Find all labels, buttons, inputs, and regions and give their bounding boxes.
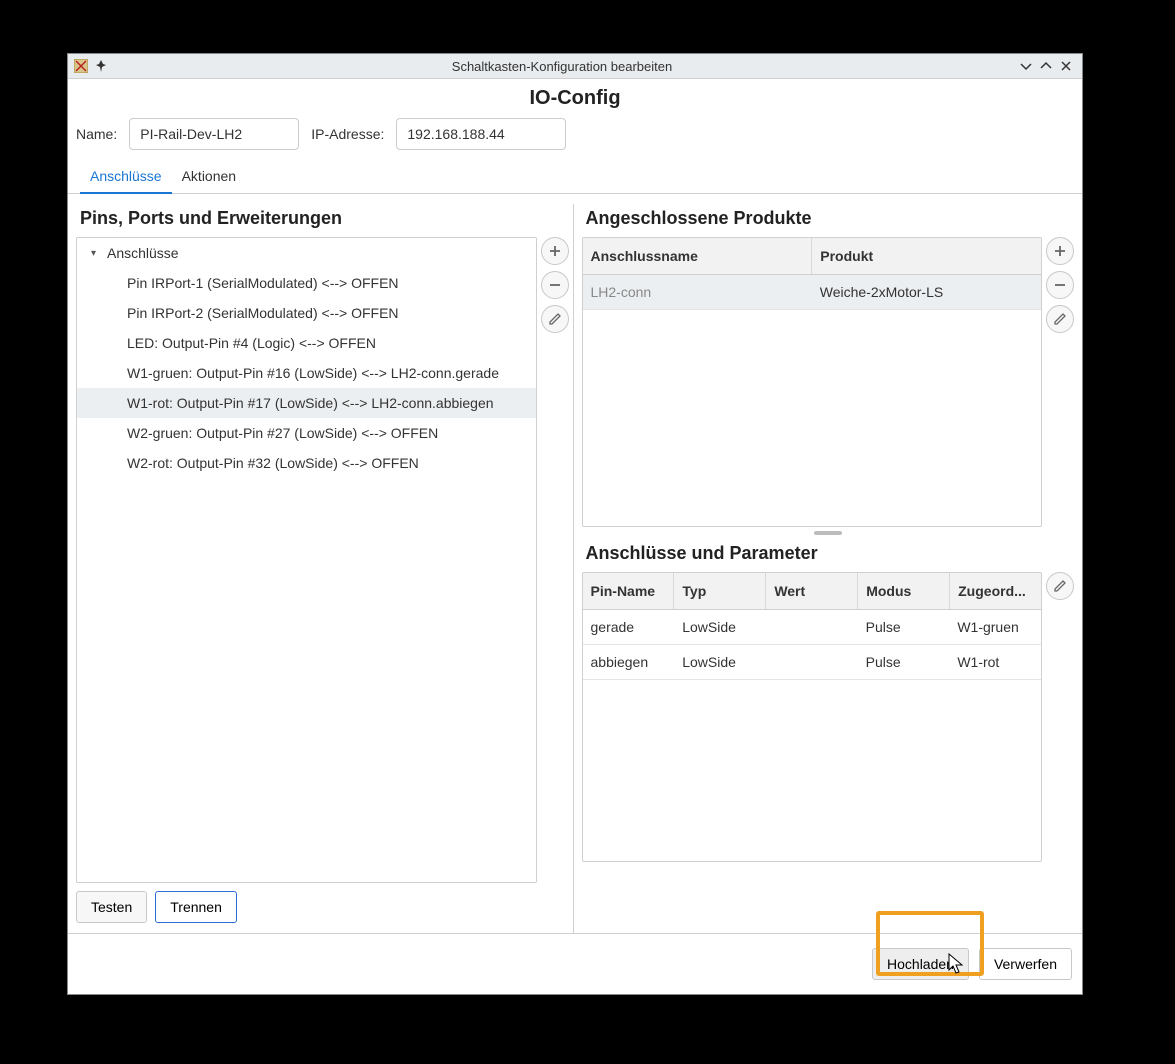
tree-item[interactable]: W2-rot: Output-Pin #32 (LowSide) <--> OF… <box>77 448 536 478</box>
tree-item-selected[interactable]: W1-rot: Output-Pin #17 (LowSide) <--> LH… <box>77 388 536 418</box>
content-area: Pins, Ports und Erweiterungen ▾ Anschlüs… <box>68 194 1082 933</box>
trennen-button[interactable]: Trennen <box>155 891 237 923</box>
tree-item[interactable]: Pin IRPort-2 (SerialModulated) <--> OFFE… <box>77 298 536 328</box>
product-row[interactable]: LH2-conn Weiche-2xMotor-LS <box>583 275 1042 310</box>
products-title: Angeschlossene Produkte <box>586 208 1075 229</box>
titlebar: Schaltkasten-Konfiguration bearbeiten <box>68 54 1082 79</box>
pin-icon[interactable] <box>94 59 108 73</box>
pins-title: Pins, Ports und Erweiterungen <box>80 208 569 229</box>
tree-root-label: Anschlüsse <box>107 245 179 261</box>
ip-input[interactable] <box>396 118 566 150</box>
name-input[interactable] <box>129 118 299 150</box>
name-label: Name: <box>76 126 117 142</box>
tab-anschluesse[interactable]: Anschlüsse <box>80 160 172 194</box>
products-table[interactable]: Anschlussname Produkt LH2-conn Weiche-2x… <box>582 237 1043 527</box>
tree-root[interactable]: ▾ Anschlüsse <box>77 238 536 268</box>
config-window: Schaltkasten-Konfiguration bearbeiten IO… <box>67 53 1083 995</box>
param-row[interactable]: gerade LowSide Pulse W1-gruen <box>583 610 1042 645</box>
tabs: Anschlüsse Aktionen <box>68 160 1082 194</box>
tree-item[interactable]: W1-gruen: Output-Pin #16 (LowSide) <--> … <box>77 358 536 388</box>
params-header-modus: Modus <box>858 573 950 609</box>
edit-product-button[interactable] <box>1046 305 1074 333</box>
page-title: IO-Config <box>68 79 1082 114</box>
hochladen-button[interactable]: Hochladen <box>872 948 969 980</box>
tab-aktionen[interactable]: Aktionen <box>172 160 246 193</box>
add-pin-button[interactable] <box>541 237 569 265</box>
remove-pin-button[interactable] <box>541 271 569 299</box>
window-title: Schaltkasten-Konfiguration bearbeiten <box>108 59 1016 74</box>
params-title: Anschlüsse und Parameter <box>586 543 1075 564</box>
chevron-down-icon[interactable]: ▾ <box>91 248 101 259</box>
pins-tree[interactable]: ▾ Anschlüsse Pin IRPort-1 (SerialModulat… <box>76 237 537 883</box>
param-row[interactable]: abbiegen LowSide Pulse W1-rot <box>583 645 1042 680</box>
edit-param-button[interactable] <box>1046 572 1074 600</box>
params-header-zugeord: Zugeord... <box>950 573 1041 609</box>
products-header-product: Produkt <box>812 238 1041 274</box>
minimize-icon[interactable] <box>1016 56 1036 76</box>
params-header-pin: Pin-Name <box>583 573 675 609</box>
tree-item[interactable]: W2-gruen: Output-Pin #27 (LowSide) <--> … <box>77 418 536 448</box>
testen-button[interactable]: Testen <box>76 891 147 923</box>
form-row: Name: IP-Adresse: <box>68 114 1082 160</box>
maximize-icon[interactable] <box>1036 56 1056 76</box>
edit-pin-button[interactable] <box>541 305 569 333</box>
splitter[interactable] <box>582 529 1075 537</box>
remove-product-button[interactable] <box>1046 271 1074 299</box>
left-panel: Pins, Ports und Erweiterungen ▾ Anschlüs… <box>76 204 569 933</box>
params-header-wert: Wert <box>766 573 858 609</box>
close-icon[interactable] <box>1056 56 1076 76</box>
app-icon <box>74 59 88 73</box>
footer: Hochladen Verwerfen <box>68 933 1082 994</box>
tree-item[interactable]: LED: Output-Pin #4 (Logic) <--> OFFEN <box>77 328 536 358</box>
params-table[interactable]: Pin-Name Typ Wert Modus Zugeord... gerad… <box>582 572 1043 862</box>
verwerfen-button[interactable]: Verwerfen <box>979 948 1072 980</box>
add-product-button[interactable] <box>1046 237 1074 265</box>
products-header-name: Anschlussname <box>583 238 813 274</box>
ip-label: IP-Adresse: <box>311 126 384 142</box>
tree-item[interactable]: Pin IRPort-1 (SerialModulated) <--> OFFE… <box>77 268 536 298</box>
params-header-typ: Typ <box>674 573 766 609</box>
right-panel: Angeschlossene Produkte Anschlussname Pr… <box>573 204 1075 933</box>
